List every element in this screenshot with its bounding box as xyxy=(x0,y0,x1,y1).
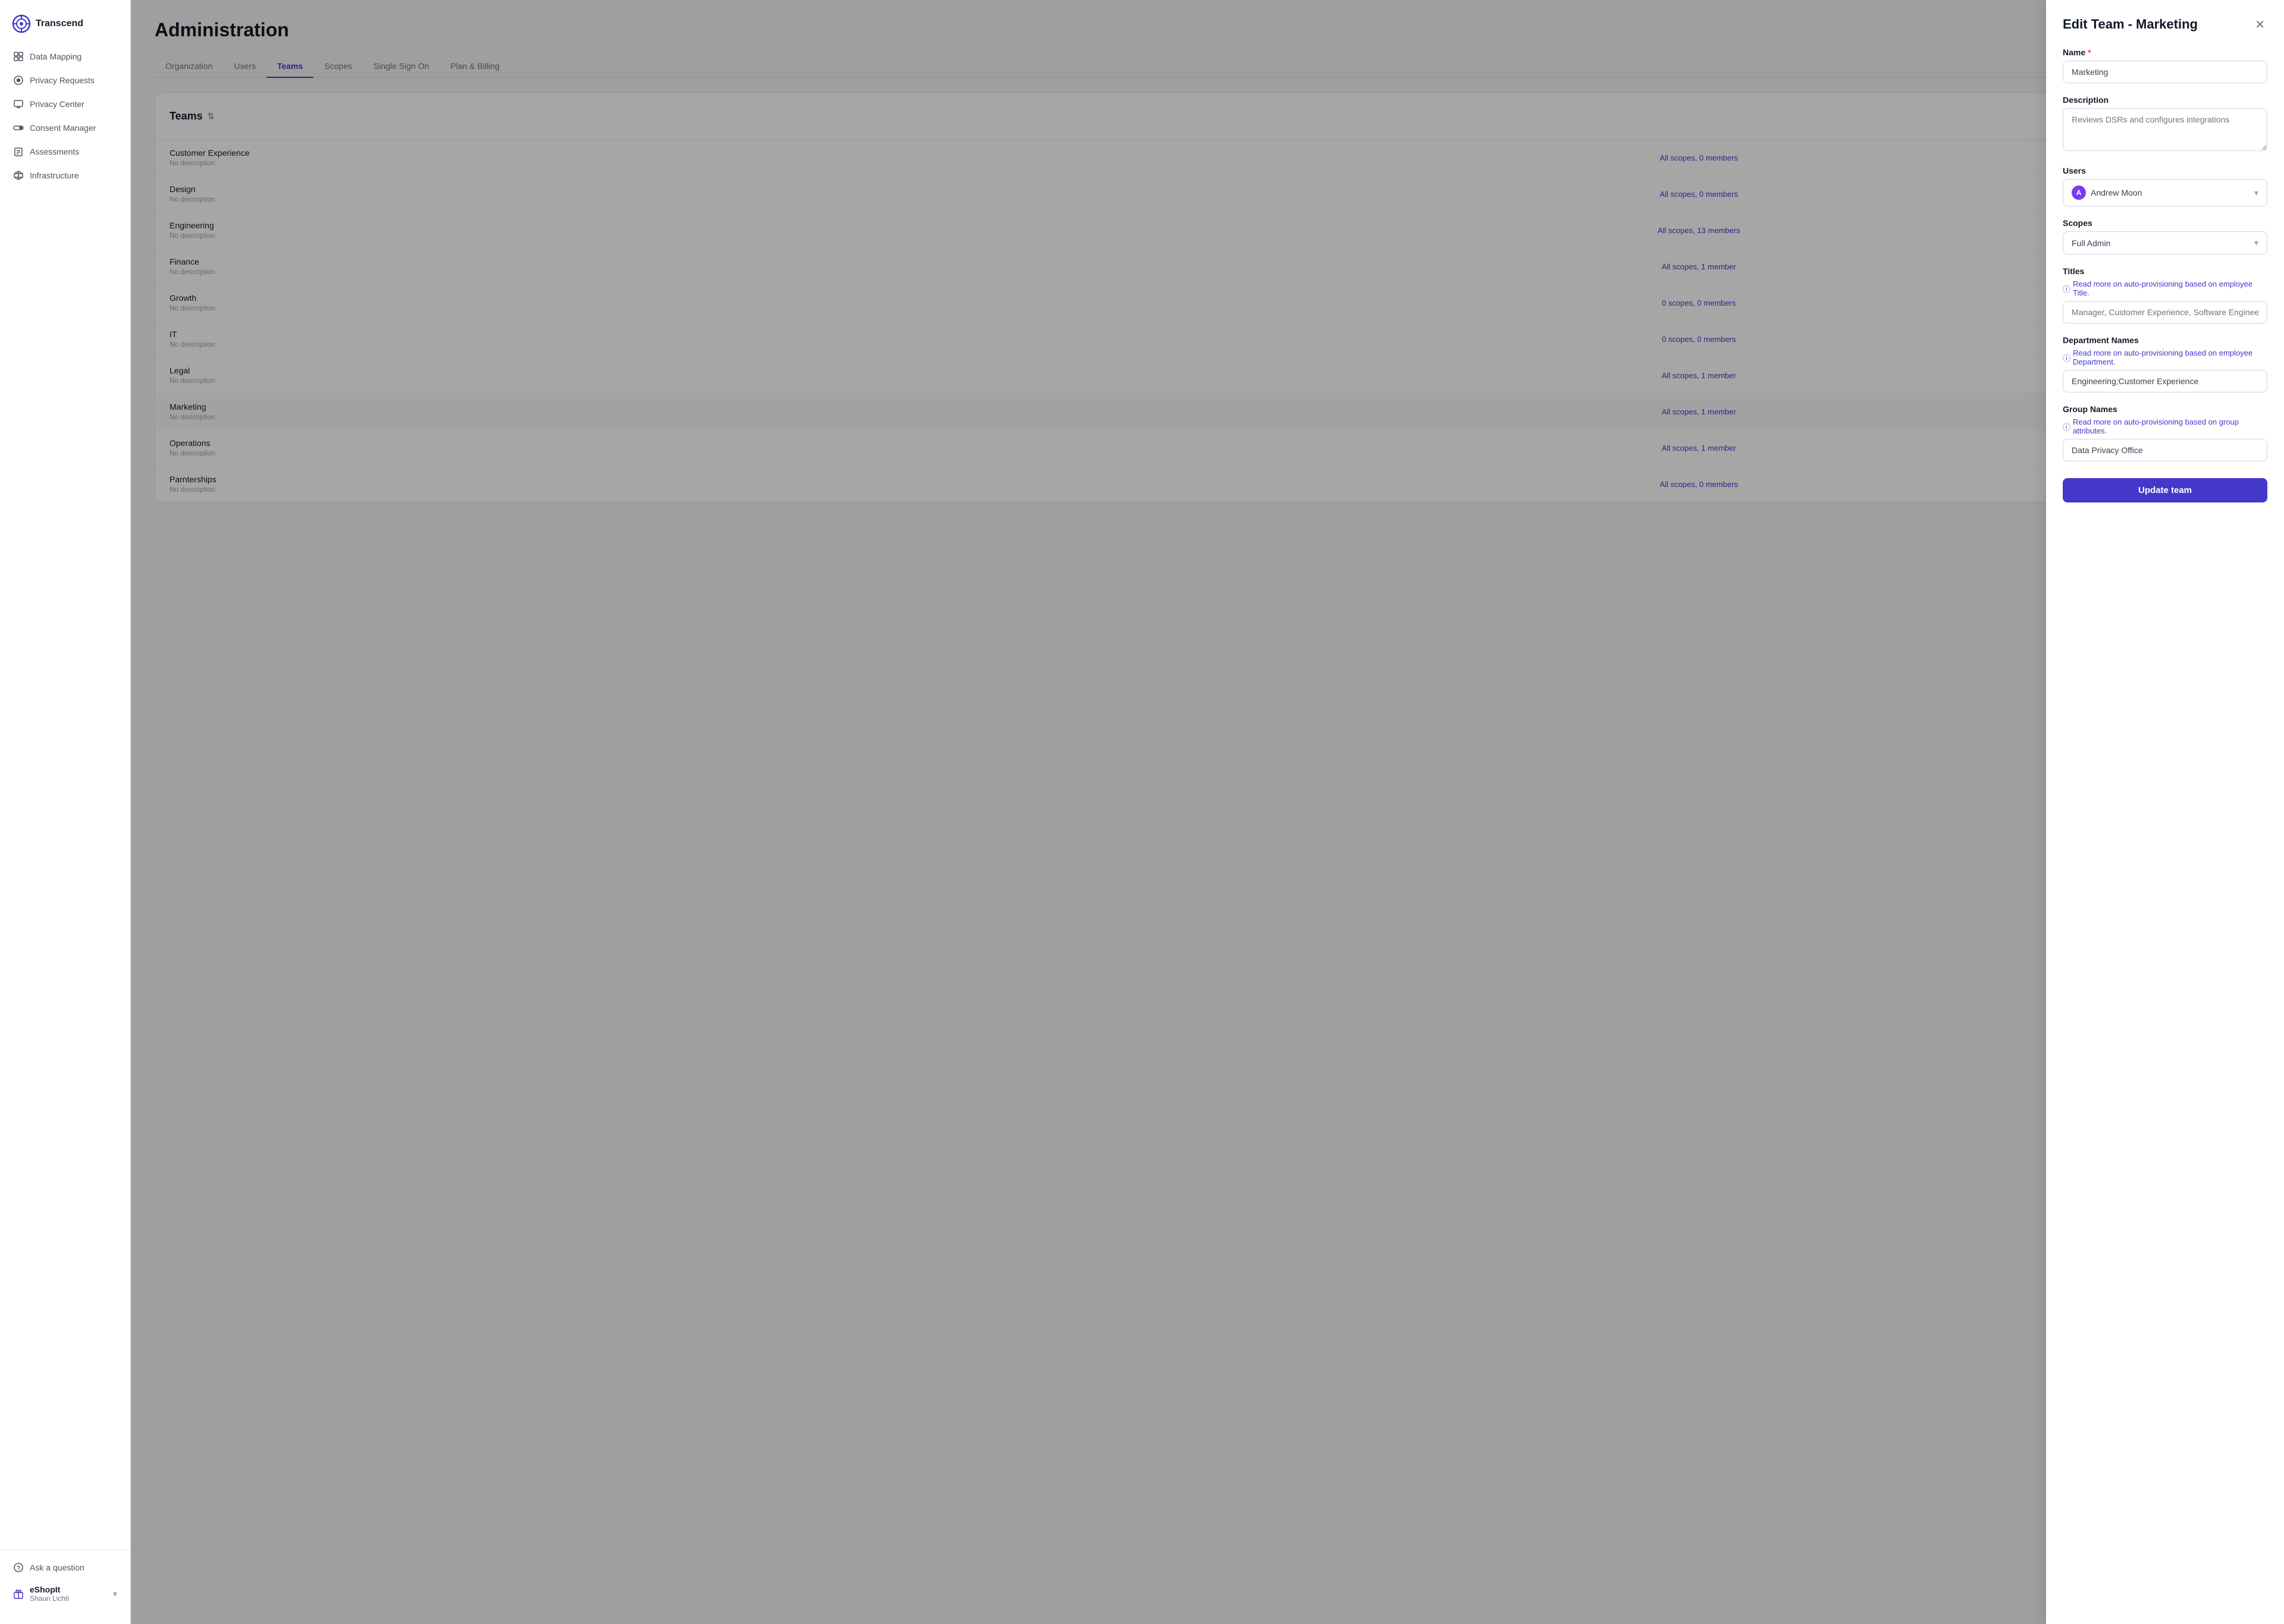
sidebar-item-assessments[interactable]: Assessments xyxy=(6,140,124,163)
group-names-input[interactable] xyxy=(2063,439,2267,461)
clipboard-icon xyxy=(13,146,24,157)
shop-text: eShopIt Shaun Lichti xyxy=(30,1585,69,1603)
scopes-field-group: Scopes Full Admin ▾ xyxy=(2063,218,2267,255)
users-field-group: Users A Andrew Moon ▾ xyxy=(2063,166,2267,206)
scopes-label: Scopes xyxy=(2063,218,2267,228)
edit-team-panel: Edit Team - Marketing ✕ Name * Descripti… xyxy=(2046,0,2284,1624)
description-label: Description xyxy=(2063,95,2267,105)
cube-icon xyxy=(13,170,24,181)
user-name: Andrew Moon xyxy=(2091,188,2142,197)
question-icon: ? xyxy=(13,1562,24,1573)
sidebar-item-infrastructure[interactable]: Infrastructure xyxy=(6,164,124,187)
description-field-group: Description xyxy=(2063,95,2267,154)
sidebar-item-consent-manager[interactable]: Consent Manager xyxy=(6,117,124,139)
monitor-icon xyxy=(13,99,24,109)
sidebar-bottom: ? Ask a question eShopIt Shaun Lichti ▾ xyxy=(0,1550,130,1614)
name-label: Name * xyxy=(2063,48,2267,57)
main-content: Administration Organization Users Teams … xyxy=(131,0,2284,1624)
ask-question-label: Ask a question xyxy=(30,1563,84,1572)
titles-label: Titles xyxy=(2063,266,2267,276)
group-names-field-group: Group Names ⓘ Read more on auto-provisio… xyxy=(2063,404,2267,461)
sidebar-nav: Data Mapping Privacy Requests Privacy Ce… xyxy=(0,45,130,1550)
shop-name: eShopIt xyxy=(30,1585,69,1594)
team-description-input[interactable] xyxy=(2063,108,2267,151)
scopes-value: Full Admin xyxy=(2072,238,2110,248)
avatar: A xyxy=(2072,186,2086,200)
close-panel-button[interactable]: ✕ xyxy=(2252,17,2267,33)
app-name: Transcend xyxy=(36,18,83,29)
sidebar-item-label: Data Mapping xyxy=(30,52,81,61)
grid-icon xyxy=(13,51,24,62)
chevron-down-icon: ▾ xyxy=(2254,238,2258,248)
titles-link[interactable]: ⓘ Read more on auto-provisioning based o… xyxy=(2063,279,2267,297)
titles-input[interactable] xyxy=(2063,301,2267,323)
ask-question-item[interactable]: ? Ask a question xyxy=(6,1556,124,1579)
scopes-select[interactable]: Full Admin ▾ xyxy=(2063,231,2267,255)
team-name-input[interactable] xyxy=(2063,61,2267,83)
panel-header: Edit Team - Marketing ✕ xyxy=(2063,17,2267,33)
sidebar-item-privacy-center[interactable]: Privacy Center xyxy=(6,93,124,115)
shop-info: eShopIt Shaun Lichti xyxy=(13,1585,69,1603)
sidebar-item-label: Infrastructure xyxy=(30,171,79,180)
sidebar-item-label: Assessments xyxy=(30,147,79,156)
department-names-label: Department Names xyxy=(2063,335,2267,345)
sidebar: Transcend Data Mapping Privacy Requests … xyxy=(0,0,131,1624)
sidebar-item-privacy-requests[interactable]: Privacy Requests xyxy=(6,69,124,92)
department-names-link[interactable]: ⓘ Read more on auto-provisioning based o… xyxy=(2063,348,2267,366)
modal-overlay[interactable] xyxy=(131,0,2284,1624)
department-names-input[interactable] xyxy=(2063,370,2267,392)
users-select[interactable]: A Andrew Moon ▾ xyxy=(2063,179,2267,206)
app-logo[interactable]: Transcend xyxy=(0,10,130,45)
sidebar-item-data-mapping[interactable]: Data Mapping xyxy=(6,45,124,68)
shop-user: Shaun Lichti xyxy=(30,1594,69,1603)
logo-icon xyxy=(12,14,31,33)
shop-switcher[interactable]: eShopIt Shaun Lichti ▾ xyxy=(6,1579,124,1609)
toggle-icon xyxy=(13,122,24,133)
user-select-value: A Andrew Moon xyxy=(2072,186,2142,200)
sidebar-item-label: Consent Manager xyxy=(30,123,96,133)
group-names-label: Group Names xyxy=(2063,404,2267,414)
titles-field-group: Titles ⓘ Read more on auto-provisioning … xyxy=(2063,266,2267,323)
required-marker: * xyxy=(2088,48,2091,57)
update-team-button[interactable]: Update team xyxy=(2063,478,2267,502)
gift-icon xyxy=(13,1588,24,1599)
group-names-link[interactable]: ⓘ Read more on auto-provisioning based o… xyxy=(2063,417,2267,435)
svg-text:?: ? xyxy=(17,1565,20,1572)
chevron-down-icon: ▾ xyxy=(2254,188,2258,198)
sidebar-item-label: Privacy Center xyxy=(30,99,84,109)
department-names-field-group: Department Names ⓘ Read more on auto-pro… xyxy=(2063,335,2267,392)
users-label: Users xyxy=(2063,166,2267,175)
circle-dot-icon xyxy=(13,75,24,86)
sidebar-item-label: Privacy Requests xyxy=(30,76,95,85)
name-field-group: Name * xyxy=(2063,48,2267,83)
chevron-down-icon: ▾ xyxy=(113,1589,117,1599)
panel-title: Edit Team - Marketing xyxy=(2063,17,2198,32)
